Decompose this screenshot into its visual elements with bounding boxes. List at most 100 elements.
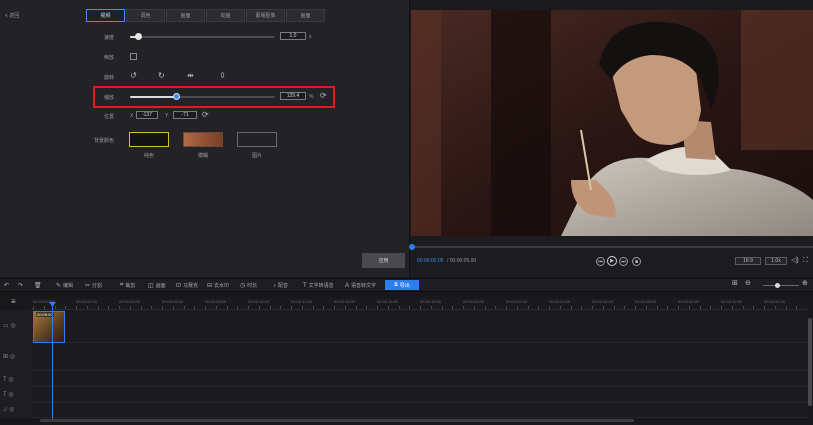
clip-duration-label: 00:05:00 [36, 312, 54, 317]
music-track[interactable] [31, 403, 808, 418]
stop-button[interactable]: ■ [632, 257, 641, 266]
pip-track[interactable] [31, 343, 808, 371]
subtitle-track-icon[interactable]: T ◎ [3, 391, 13, 398]
frame-tool[interactable]: ◫ 画面 [148, 282, 166, 289]
video-preview[interactable] [411, 10, 813, 236]
playback-progress-bar[interactable] [411, 246, 813, 248]
tab-animation[interactable]: 动画 [206, 9, 245, 22]
split-tool[interactable]: ✂ 分割 [85, 282, 102, 289]
position-x-input[interactable]: -137 [136, 111, 158, 119]
play-button[interactable]: ▶ [607, 256, 617, 266]
speed-slider[interactable] [130, 33, 275, 40]
ruler-tick [656, 306, 658, 309]
background-solid-swatch[interactable] [129, 132, 169, 147]
ruler-tick-label: 00:00:06:00 [162, 299, 184, 304]
ruler-tick [602, 306, 604, 309]
mosaic-tool[interactable]: ⊡ 马赛克 [176, 282, 198, 289]
reset-position-icon[interactable]: ⟳ [202, 111, 209, 119]
text-track-icon[interactable]: T ◎ [3, 376, 13, 383]
flip-horizontal-icon[interactable]: ⇹ [187, 72, 194, 80]
ruler-tick-label: 00:00:28:00 [635, 299, 657, 304]
previous-frame-button[interactable]: ⏮ [596, 257, 605, 266]
fit-timeline-icon[interactable]: ⊞ [732, 280, 738, 288]
tab-mask[interactable]: 蒙版抠像 [246, 9, 285, 22]
background-image-swatch[interactable] [237, 132, 277, 147]
timeline-zoom-thumb[interactable] [775, 283, 780, 288]
edit-label: 编辑 [63, 283, 74, 289]
ruler-tick [549, 306, 550, 309]
rotate-right-icon[interactable]: ↻ [158, 72, 165, 80]
crop-icon: ⌗ [120, 282, 124, 288]
track-menu-icon[interactable]: ≡ [11, 298, 16, 306]
position-y-input[interactable]: -71 [173, 111, 197, 119]
mosaic-icon: ⊡ [176, 283, 182, 289]
playback-progress-thumb[interactable] [409, 244, 415, 250]
text-track[interactable] [31, 371, 808, 387]
undo-tool[interactable]: ↶ [4, 282, 11, 289]
timeline-zoom-slider[interactable] [763, 285, 799, 286]
time-ruler[interactable]: 00:00:00:00 00:00:02:00 00:00:04:00 00:00:0… [31, 298, 808, 310]
ruler-tick [258, 306, 260, 309]
crop-tool[interactable]: ⌗ 裁剪 [120, 282, 135, 289]
ruler-tick [344, 306, 346, 309]
tab-picture-2[interactable]: 画面 [286, 9, 325, 22]
position-x-label: X [130, 113, 134, 119]
delete-tool[interactable]: 🗑 [34, 282, 44, 289]
next-frame-button[interactable]: ⏭ [619, 257, 628, 266]
tab-video[interactable]: 视频 [86, 9, 125, 22]
volume-icon[interactable]: ◁) [791, 257, 799, 265]
rotate-label: 旋转 [104, 75, 115, 81]
export-button[interactable]: ⧉ 导出 [385, 280, 419, 290]
aspect-select[interactable]: 16:9 [735, 257, 761, 265]
stt-tool[interactable]: A 语音转文字 [345, 282, 376, 290]
dubbing-tool[interactable]: ♪ 配音 [273, 282, 289, 290]
frame-label: 画面 [155, 283, 166, 289]
subtitle-track[interactable] [31, 387, 808, 403]
dubbing-label: 配音 [278, 283, 289, 289]
position-y-label: Y [165, 113, 169, 119]
pip-track-icon[interactable]: ⊞ ◎ [3, 353, 15, 360]
ruler-tick [742, 306, 744, 309]
flip-vertical-icon[interactable]: ⇳ [219, 72, 226, 80]
timeline-vertical-scrollbar[interactable] [808, 318, 812, 406]
tts-label: 文字转语音 [308, 283, 334, 289]
zoom-out-icon[interactable]: ⊖ [745, 280, 751, 288]
ruler-tick [355, 306, 357, 309]
ruler-tick [97, 306, 99, 309]
watermark-tool[interactable]: ⊟ 去水印 [207, 282, 229, 289]
video-track-icon[interactable]: ▭ ◎ [3, 322, 16, 329]
speed-input[interactable]: 1.0 [280, 32, 306, 40]
tab-color[interactable]: 调色 [126, 9, 165, 22]
zoom-in-icon[interactable]: ⊕ [802, 280, 808, 288]
edit-tool[interactable]: ✎ 编辑 [56, 282, 73, 289]
music-track-icon[interactable]: ♫ ◎ [3, 406, 14, 413]
playhead[interactable] [52, 304, 53, 420]
playback-speed-select[interactable]: 1.0x [765, 257, 787, 265]
tab-picture[interactable]: 画面 [166, 9, 205, 22]
watermark-icon: ⊟ [207, 283, 213, 289]
duration-tool[interactable]: ◷ 时长 [240, 282, 257, 289]
ruler-tick [484, 306, 486, 309]
reverse-checkbox[interactable] [130, 53, 137, 60]
ruler-tick [312, 306, 314, 309]
fullscreen-icon[interactable]: ⛶ [803, 257, 808, 265]
ruler-tick [269, 306, 271, 309]
ruler-tick [581, 306, 583, 309]
ruler-tick-label: 00:00:24:00 [549, 299, 571, 304]
apply-button[interactable]: 应用 [362, 253, 405, 268]
ruler-tick [592, 306, 593, 309]
redo-tool[interactable]: ↷ [18, 282, 25, 289]
ruler-tick [215, 306, 217, 309]
speed-slider-thumb[interactable] [135, 33, 143, 40]
ruler-tick [291, 306, 292, 309]
ruler-tick [65, 306, 67, 309]
stt-icon: A [345, 282, 350, 289]
back-button[interactable]: < 返回 [5, 12, 19, 19]
tts-tool[interactable]: T 文字转语音 [303, 282, 334, 290]
timeline-horizontal-scrollbar[interactable] [40, 419, 634, 422]
frame-icon: ◫ [148, 283, 154, 289]
background-blur-swatch[interactable] [183, 132, 223, 147]
rotate-left-icon[interactable]: ↺ [130, 72, 137, 80]
position-label: 位置 [104, 114, 115, 120]
video-track[interactable] [31, 310, 808, 343]
